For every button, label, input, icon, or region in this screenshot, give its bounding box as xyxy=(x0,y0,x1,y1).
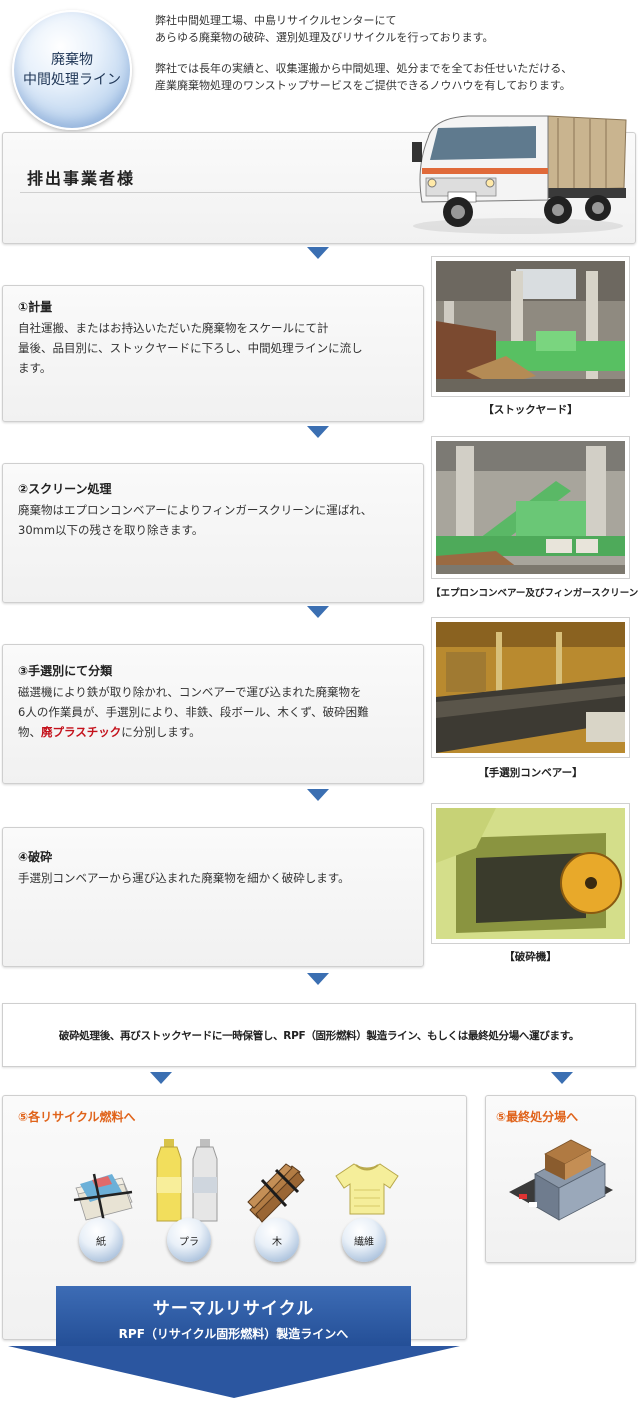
paper-orb: 紙 xyxy=(79,1218,123,1262)
flow-arrow-icon xyxy=(307,606,329,618)
intro-para1-line2: あらゆる廃棄物の破砕、選別処理及びリサイクルを行っております。 xyxy=(155,31,494,44)
step2-line: 廃棄物はエプロンコンベアーによりフィンガースクリーンに運ばれ、 xyxy=(18,503,373,517)
step2-text: 廃棄物はエプロンコンベアーによりフィンガースクリーンに運ばれ、 30mm以下の残… xyxy=(18,500,372,540)
thermal-recycle-subtitle: RPF（リサイクル固形燃料）製造ラインへ xyxy=(118,1327,349,1341)
step3-text: 磁選機により鉄が取り除かれ、コンベアーで運び込まれた廃棄物を 6人の作業員が、手… xyxy=(18,682,369,742)
step3-line3-suffix: に分別します。 xyxy=(121,725,201,739)
stockyard-image xyxy=(436,261,625,392)
intro-paragraph-2: 弊社では長年の実績と、収集運搬から中間処理、処分までを全てお任せいただける、 産… xyxy=(155,60,572,94)
apron-conveyor-photo xyxy=(431,436,630,579)
step4-line: 手選別コンベアーから運び込まれた廃棄物を細かく破砕します。 xyxy=(18,871,350,885)
step1-line: 量後、品目別に、ストックヤードに下ろし、中間処理ラインに流し xyxy=(18,341,363,355)
hand-sorting-caption: 【手選別コンベアー】 xyxy=(478,767,583,779)
intro-badge-line2: 中間処理ライン xyxy=(23,72,121,88)
apron-conveyor-caption: 【エプロンコンベアー及びフィンガースクリーン 】 xyxy=(431,588,638,599)
intro-badge: 廃棄物 中間処理ライン xyxy=(12,10,132,130)
intro-para2-line1: 弊社では長年の実績と、収集運搬から中間処理、処分までを全てお任せいただける、 xyxy=(155,62,573,75)
intro-paragraph-1: 弊社中間処理工場、中島リサイクルセンターにて あらゆる廃棄物の破砕、選別処理及び… xyxy=(155,12,493,46)
landfill-facility-icon xyxy=(509,1139,613,1221)
wood-label: 木 xyxy=(272,1236,282,1248)
plastic-bottles-icon xyxy=(156,1139,218,1222)
step3-line3-prefix: 物、 xyxy=(18,725,41,739)
flow-arrow-icon xyxy=(551,1072,573,1084)
step1-line: ます。 xyxy=(18,361,52,375)
paper-label: 紙 xyxy=(96,1236,106,1248)
plastic-label: プラ xyxy=(179,1236,199,1248)
step1-text: 自社運搬、またはお持込いただいた廃棄物をスケールにて計 量後、品目別に、ストック… xyxy=(18,318,363,378)
plastic-orb: プラ xyxy=(167,1218,211,1262)
big-down-arrow-icon xyxy=(8,1346,460,1398)
intro-para2-line2: 産業廃棄物処理のワンストップサービスをご提供できるノウハウを有しております。 xyxy=(155,79,571,92)
dump-truck-image xyxy=(412,115,627,234)
stockyard-photo xyxy=(431,256,630,397)
thermal-recycle-title: サーマルリサイクル xyxy=(152,1299,315,1319)
step3-line: 6人の作業員が、手選別により、非鉄、段ボール、木くず、破砕困難 xyxy=(18,705,369,719)
step3-title: ③手選別にて分類 xyxy=(18,664,113,678)
step4-title: ④破砕 xyxy=(18,850,53,864)
crusher-photo xyxy=(431,803,630,944)
after-crushing-text: 破砕処理後、再びストックヤードに一時保管し、RPF（固形燃料）製造ライン、もしく… xyxy=(58,1029,580,1042)
flow-arrow-icon xyxy=(150,1072,172,1084)
apron-conveyor-image xyxy=(436,441,625,574)
wood-bundle-icon xyxy=(247,1163,305,1223)
step3-line: 物、廃プラスチックに分別します。 xyxy=(18,722,369,742)
step2-line: 30mm以下の残さを取り除きます。 xyxy=(18,523,204,537)
stockyard-caption: 【ストックヤード】 xyxy=(483,404,578,416)
intro-para1-line1: 弊社中間処理工場、中島リサイクルセンターにて xyxy=(155,14,397,27)
after-crushing-box: 破砕処理後、再びストックヤードに一時保管し、RPF（固形燃料）製造ライン、もしく… xyxy=(2,1003,636,1067)
wood-orb: 木 xyxy=(255,1218,299,1262)
step4-box xyxy=(2,827,424,967)
step3-line: 磁選機により鉄が取り除かれ、コンベアーで運び込まれた廃棄物を xyxy=(18,685,362,699)
flow-arrow-icon xyxy=(307,426,329,438)
paper-bundle-icon xyxy=(73,1173,133,1223)
fiber-orb: 繊維 xyxy=(342,1218,386,1262)
crusher-image xyxy=(436,808,625,939)
final-disposal-heading: ⑤最終処分場へ xyxy=(496,1110,579,1124)
flow-arrow-icon xyxy=(307,789,329,801)
flow-arrow-icon xyxy=(307,247,329,259)
intro-badge-line1: 廃棄物 xyxy=(51,52,93,68)
step4-text: 手選別コンベアーから運び込まれた廃棄物を細かく破砕します。 xyxy=(18,868,350,888)
discharger-divider xyxy=(20,192,420,193)
recycle-fuels-heading: ⑤各リサイクル燃料へ xyxy=(18,1110,136,1124)
step2-title: ②スクリーン処理 xyxy=(18,482,112,496)
flow-arrow-icon xyxy=(307,973,329,985)
waste-plastic-emphasis: 廃プラスチック xyxy=(41,725,122,739)
crusher-caption: 【破砕機】 xyxy=(504,951,557,963)
thermal-recycle-band: サーマルリサイクル RPF（リサイクル固形燃料）製造ラインへ xyxy=(56,1286,411,1346)
step1-title: ①計量 xyxy=(18,300,53,314)
step1-line: 自社運搬、またはお持込いただいた廃棄物をスケールにて計 xyxy=(18,321,329,335)
discharger-title: 排出事業者様 xyxy=(27,169,136,188)
hand-sorting-photo xyxy=(431,617,630,758)
fiber-label: 繊維 xyxy=(354,1236,374,1248)
sweater-icon xyxy=(335,1163,399,1215)
hand-sorting-image xyxy=(436,622,625,753)
